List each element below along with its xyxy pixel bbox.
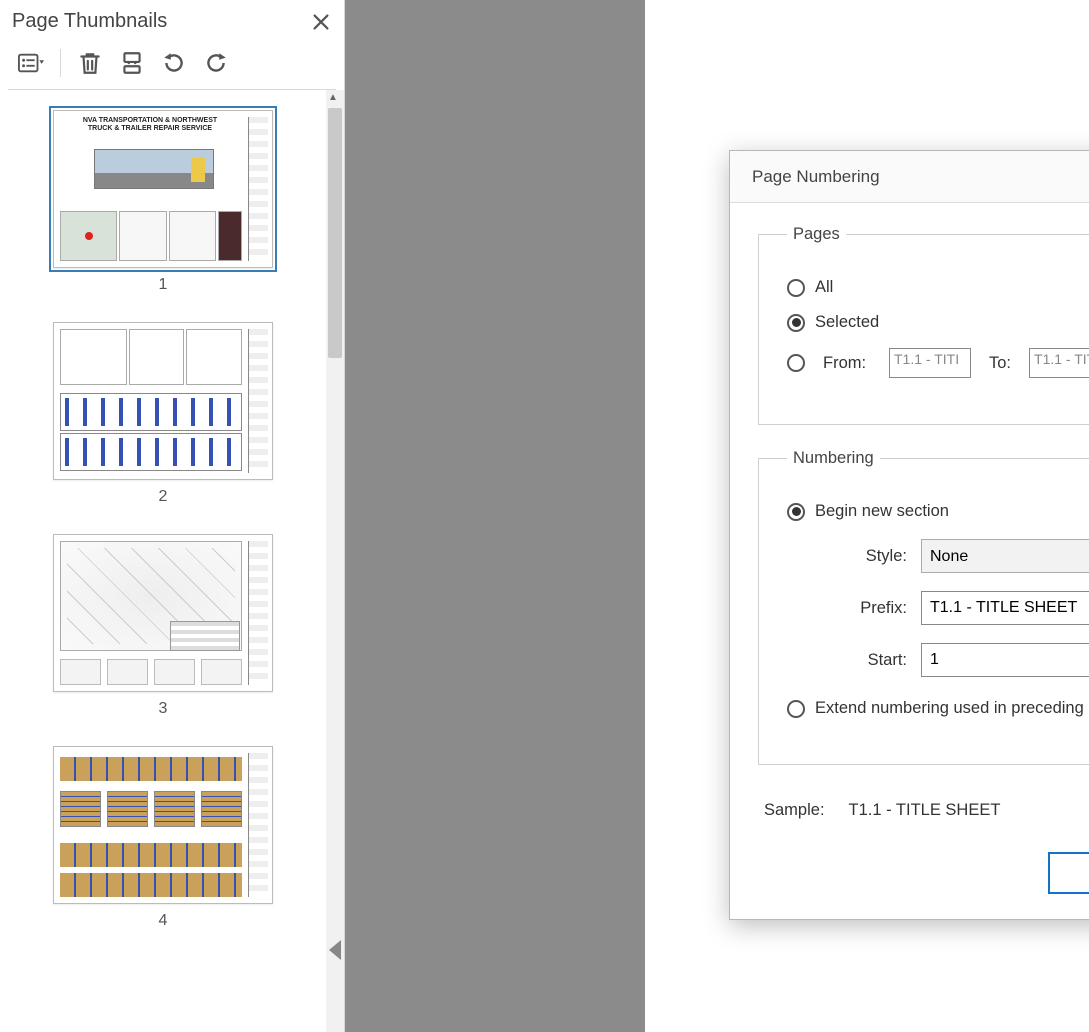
delete-page-button[interactable] bbox=[77, 50, 103, 76]
sample-value: T1.1 - TITLE SHEET bbox=[849, 801, 1001, 820]
insert-page-icon bbox=[119, 50, 145, 76]
dialog-title: Page Numbering bbox=[752, 167, 880, 187]
radio-from-label: From: bbox=[823, 354, 871, 373]
prefix-input[interactable] bbox=[921, 591, 1089, 625]
pages-group: Pages All Selected From: T1.1 - TITI To: bbox=[758, 225, 1089, 425]
radio-from[interactable] bbox=[787, 354, 805, 372]
ok-button[interactable]: OK bbox=[1048, 852, 1089, 894]
numbering-group: Numbering Begin new section Style: None … bbox=[758, 449, 1089, 765]
radio-begin-section[interactable] bbox=[787, 503, 805, 521]
page-numbering-dialog: Page Numbering Pages All Sele bbox=[729, 150, 1089, 920]
rotate-ccw-button[interactable] bbox=[161, 50, 187, 76]
rotate-cw-button[interactable] bbox=[203, 50, 229, 76]
thumb1-title-line1: NVA TRANSPORTATION & NORTHWEST bbox=[83, 117, 217, 124]
page-thumbnail-4[interactable]: 4 bbox=[53, 746, 273, 930]
thumbnail-label: 3 bbox=[159, 700, 168, 718]
radio-all-label: All bbox=[815, 278, 833, 297]
options-dropdown-button[interactable] bbox=[18, 50, 44, 76]
thumbnail-label: 4 bbox=[159, 912, 168, 930]
prefix-label: Prefix: bbox=[787, 599, 907, 618]
page-thumbnail-3[interactable]: 3 bbox=[53, 534, 273, 718]
to-label: To: bbox=[989, 354, 1011, 373]
thumbnail-label: 1 bbox=[159, 276, 168, 294]
radio-begin-section-label: Begin new section bbox=[815, 502, 949, 521]
start-input[interactable] bbox=[921, 643, 1089, 677]
radio-extend[interactable] bbox=[787, 700, 805, 718]
thumbnail-toolbar bbox=[8, 41, 336, 90]
thumbnail-scrollbar[interactable]: ▲ bbox=[326, 90, 344, 1032]
rotate-cw-icon bbox=[203, 50, 229, 76]
style-select[interactable]: None bbox=[921, 539, 1089, 573]
close-icon bbox=[310, 11, 332, 33]
scroll-up-icon: ▲ bbox=[328, 92, 338, 103]
panel-title: Page Thumbnails bbox=[12, 10, 167, 33]
trash-icon bbox=[77, 50, 103, 76]
numbering-legend: Numbering bbox=[787, 449, 880, 468]
radio-selected[interactable] bbox=[787, 314, 805, 332]
options-icon bbox=[18, 51, 44, 75]
page-thumbnail-1[interactable]: NVA TRANSPORTATION & NORTHWEST TRUCK & T… bbox=[53, 110, 273, 294]
pages-legend: Pages bbox=[787, 225, 846, 244]
rotate-ccw-icon bbox=[161, 50, 187, 76]
to-page-input[interactable]: T1.1 - TITI bbox=[1029, 348, 1089, 378]
collapse-sidebar-handle[interactable] bbox=[329, 940, 341, 960]
sample-label: Sample: bbox=[764, 801, 825, 820]
radio-selected-label: Selected bbox=[815, 313, 879, 332]
style-label: Style: bbox=[787, 547, 907, 566]
from-page-input[interactable]: T1.1 - TITI bbox=[889, 348, 971, 378]
start-label: Start: bbox=[787, 651, 907, 670]
scrollbar-thumb[interactable] bbox=[328, 108, 342, 358]
toolbar-separator bbox=[60, 49, 61, 77]
thumb1-title-line2: TRUCK & TRAILER REPAIR SERVICE bbox=[88, 125, 212, 132]
page-thumbnail-2[interactable]: 2 bbox=[53, 322, 273, 506]
close-panel-button[interactable] bbox=[310, 11, 332, 33]
page-thumbnails-panel: Page Thumbnails bbox=[0, 0, 345, 1032]
radio-extend-label: Extend numbering used in preceding secti… bbox=[815, 699, 1089, 718]
document-area: Page Numbering Pages All Sele bbox=[345, 0, 1089, 1032]
thumbnail-label: 2 bbox=[159, 488, 168, 506]
insert-page-button[interactable] bbox=[119, 50, 145, 76]
radio-all[interactable] bbox=[787, 279, 805, 297]
thumbnail-list: NVA TRANSPORTATION & NORTHWEST TRUCK & T… bbox=[0, 90, 326, 1032]
